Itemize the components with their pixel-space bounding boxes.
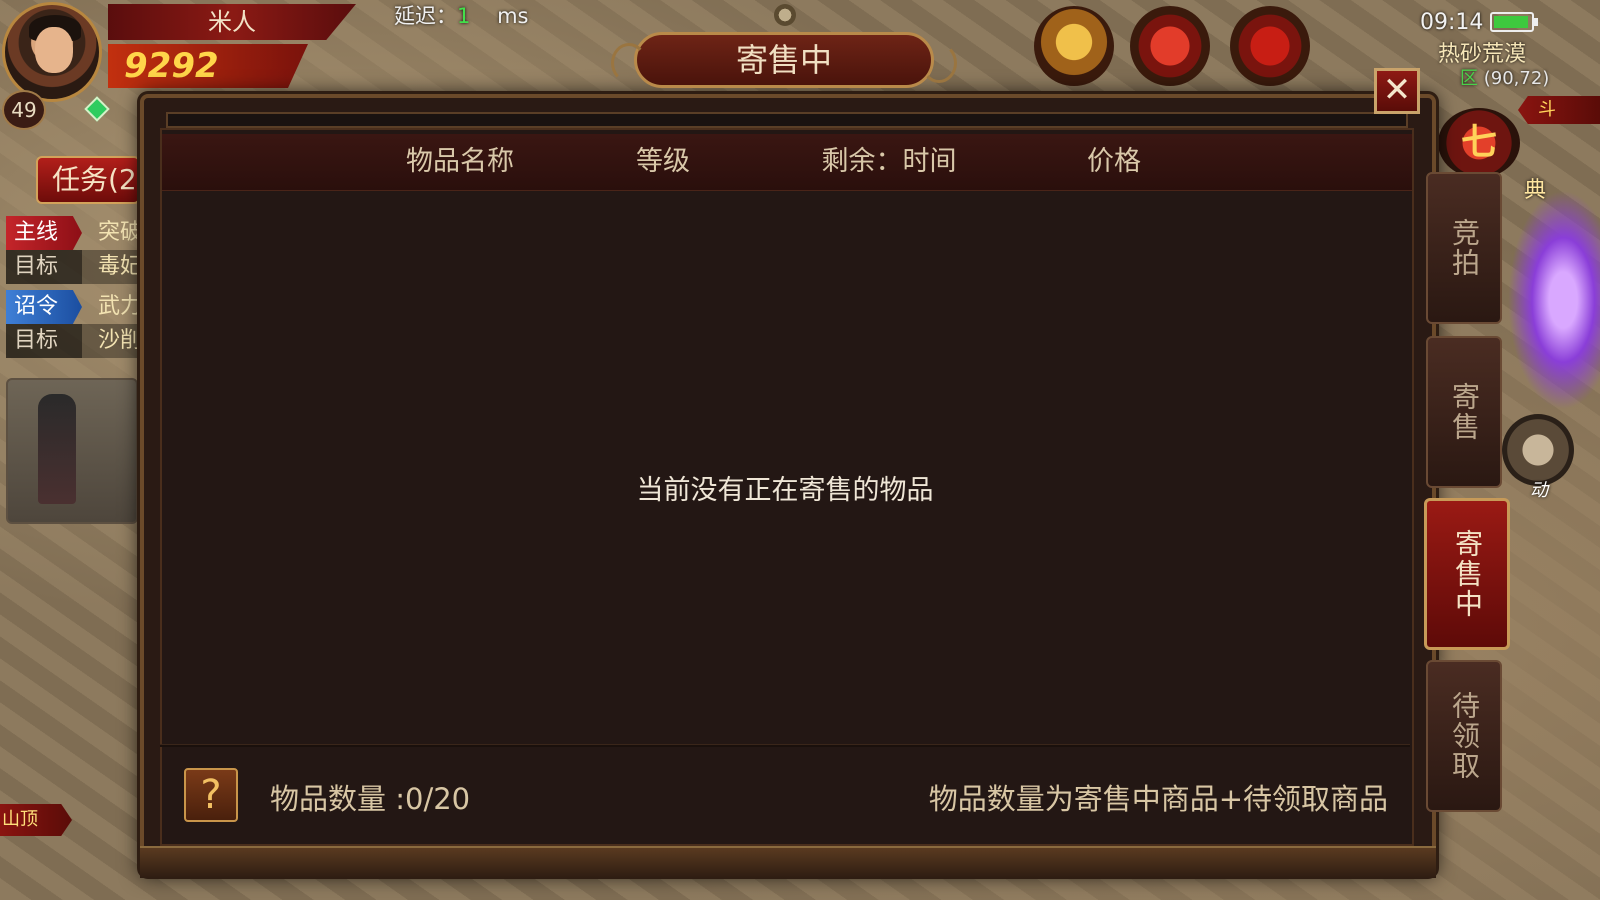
quest-tag: 主线 [6,216,82,250]
latency-unit: ms [497,4,529,28]
quest-value: 突破 [98,220,138,245]
top-strip [166,112,1408,128]
player-level-badge: 49 [2,90,46,130]
combat-power: 9292 [108,44,308,88]
zone-mark: 区 [1460,68,1478,89]
column-price: 价格 [1087,146,1141,177]
gift-icon[interactable] [1130,6,1210,86]
latency-label: 延迟： [394,4,457,28]
map-coords: 区 (90,72) [1460,64,1549,90]
coords-value: (90,72) [1483,68,1550,89]
quest-npc-portrait[interactable] [6,378,138,524]
avatar-face [35,27,73,73]
help-button[interactable]: ? [184,768,238,822]
activity-round-icon[interactable]: 七 [1438,108,1520,178]
battery-icon [1490,12,1538,32]
npc-figure [38,394,76,504]
quest-value: 毒妃 [98,254,138,279]
table-header: 物品名称 等级 剩余：时间 价格 [162,134,1412,191]
tab-consign[interactable]: 寄售 [1426,336,1502,488]
column-level: 等级 [636,146,690,177]
column-item-name: 物品名称 [406,146,514,177]
quest-row[interactable]: 目标 毒妃 [6,250,138,284]
right-side-tag[interactable]: 斗 [1518,96,1600,124]
column-remaining-time: 剩余：时间 [821,146,957,177]
latency-indicator: 延迟：1 ms [394,0,528,30]
purple-effect [1508,190,1600,410]
quest-tab[interactable]: 任务(2 [36,156,140,204]
footer-divider [160,744,1410,747]
latency-value: 1 [457,4,471,28]
recharge-icon[interactable] [1034,6,1114,86]
gem-icon [84,96,110,122]
tab-pending-claim[interactable]: 待领取 [1426,660,1502,812]
tab-auction[interactable]: 竞拍 [1426,172,1502,324]
dialog-title: 寄售中 [611,32,957,88]
clock: 09:14 [1420,10,1484,35]
bottom-ornament [140,846,1436,878]
player-avatar[interactable] [2,2,102,102]
quest-row[interactable]: 目标 沙削 [6,324,138,358]
item-count: 物品数量 :0/20 [270,782,471,816]
event-icon[interactable] [1230,6,1310,86]
quest-tag: 诏令 [6,290,82,324]
item-count-note: 物品数量为寄售中商品+待领取商品 [928,782,1388,816]
quest-tag: 目标 [6,324,82,358]
tab-consigning[interactable]: 寄售中 [1424,498,1510,650]
title-ornament [774,4,796,26]
quest-tag: 目标 [6,250,82,284]
player-name: 米人 [108,4,356,40]
empty-list-message: 当前没有正在寄售的物品 [636,475,934,506]
close-button[interactable]: ✕ [1374,68,1420,114]
quest-row[interactable]: 主线 突破 [6,216,138,250]
quest-value: 武力 [98,294,138,319]
quest-value: 沙削 [98,328,138,353]
location-tag[interactable]: 山顶 [0,804,72,836]
quest-row[interactable]: 诏令 武力 [6,290,138,324]
helmet-label: 动 [1530,480,1548,501]
